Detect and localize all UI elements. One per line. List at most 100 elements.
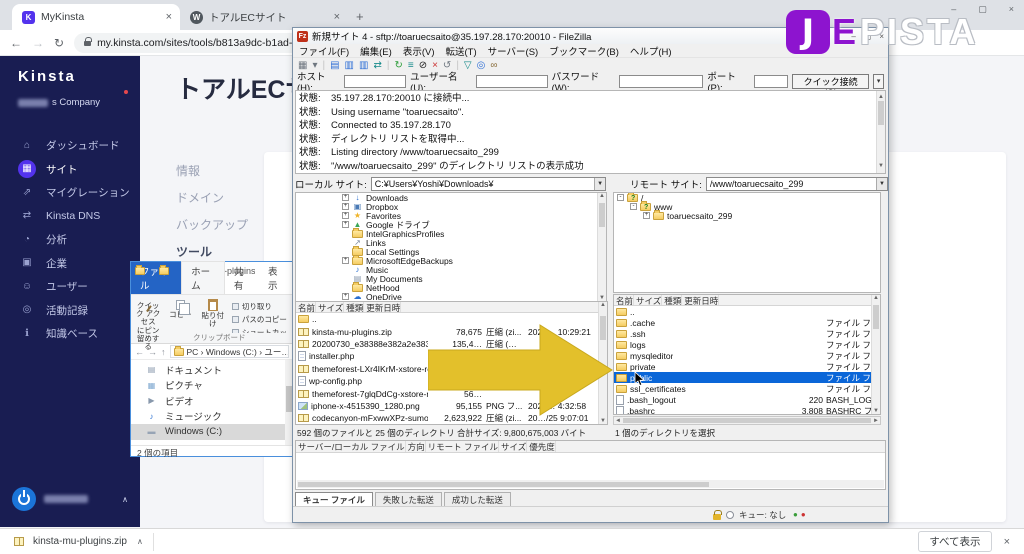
breadcrumb[interactable]: PC › Windows (C:) › ユー… bbox=[169, 345, 289, 358]
toolbar-icon[interactable]: ▥ bbox=[359, 60, 368, 71]
vertical-scrollbar[interactable]: ▲ ▼ bbox=[876, 91, 885, 173]
menu-item[interactable]: 編集(E) bbox=[360, 44, 392, 58]
expand-toggle[interactable]: + bbox=[342, 221, 349, 228]
remote-site-combobox[interactable]: /www/toaruecsaito_299 ▼ bbox=[705, 176, 888, 191]
subnav-item[interactable]: バックアップ bbox=[176, 216, 248, 243]
expand-toggle[interactable]: - bbox=[617, 194, 624, 201]
tree-item[interactable]: + ▣ Dropbox bbox=[296, 202, 606, 212]
sidebar-nav-item[interactable]: ▦ サイト bbox=[0, 158, 140, 182]
password-input[interactable] bbox=[619, 75, 704, 88]
column-header[interactable]: 名前 bbox=[296, 302, 317, 312]
toolbar-icon[interactable]: ⇄ bbox=[373, 60, 381, 71]
up-icon[interactable]: ↑ bbox=[161, 347, 166, 357]
file-row[interactable]: mysqleditor ファイル フォ... 20… bbox=[614, 350, 880, 361]
download-item[interactable]: kinsta-mu-plugins.zip ∧ bbox=[14, 536, 143, 547]
company-selector[interactable]: s Company bbox=[0, 85, 140, 108]
expand-toggle[interactable]: + bbox=[342, 257, 349, 264]
explorer-sidebar-item[interactable]: ▶ ビデオ bbox=[131, 393, 293, 409]
column-header[interactable]: 更新日時 bbox=[364, 302, 402, 312]
ribbon-tab[interactable]: 共有 bbox=[225, 262, 259, 294]
queue-column-header[interactable]: サイズ bbox=[499, 441, 528, 452]
menu-item[interactable]: ファイル(F) bbox=[299, 44, 349, 58]
file-row[interactable]: .cache ファイル フォ... 20… bbox=[614, 317, 880, 328]
menu-item[interactable]: ブックマーク(B) bbox=[549, 44, 619, 58]
tree-item[interactable]: ▤ My Documents bbox=[296, 274, 606, 284]
horizontal-scrollbar[interactable]: ◄ ► bbox=[613, 416, 881, 425]
user-menu[interactable]: ∧ bbox=[0, 479, 140, 519]
menu-item[interactable]: 転送(T) bbox=[445, 44, 476, 58]
local-site-combobox[interactable]: C:¥Users¥Yoshi¥Downloads¥ ▼ bbox=[370, 176, 607, 191]
sidebar-nav-item[interactable]: ⇄ Kinsta DNS bbox=[0, 205, 140, 229]
queue-column-header[interactable]: 優先度 bbox=[527, 441, 556, 452]
menu-item[interactable]: 表示(V) bbox=[403, 44, 435, 58]
username-input[interactable] bbox=[475, 75, 548, 88]
file-row[interactable]: .. bbox=[614, 306, 880, 317]
tree-item[interactable]: + ▲ Google ドライブ bbox=[296, 220, 606, 230]
file-row[interactable]: .bash_logout 220 BASH_LOG... 20… bbox=[614, 394, 880, 405]
host-input[interactable] bbox=[344, 75, 407, 88]
file-row[interactable]: logs ファイル フォ... 20… bbox=[614, 339, 880, 350]
horizontal-scrollbar[interactable] bbox=[297, 480, 884, 488]
browser-tab[interactable]: K MyKinsta × bbox=[12, 4, 180, 30]
queue-column-header[interactable]: リモート ファイル bbox=[426, 441, 500, 452]
tree-item[interactable]: + ↓ Downloads bbox=[296, 193, 606, 203]
menu-item[interactable]: サーバー(S) bbox=[488, 44, 539, 58]
pin-quick-access-button[interactable]: クイック アクセス にピン留めする bbox=[135, 298, 161, 351]
tree-item[interactable]: + toaruecsaito_299 bbox=[614, 209, 880, 221]
back-icon[interactable]: ← bbox=[10, 36, 22, 50]
quickconnect-dropdown-icon[interactable]: ▾ bbox=[873, 74, 884, 89]
sidebar-nav-item[interactable]: ◎ 活動記録 bbox=[0, 299, 140, 323]
tab-close-icon[interactable]: × bbox=[166, 11, 172, 23]
tree-item[interactable]: + ☁ OneDrive bbox=[296, 292, 606, 301]
sidebar-nav-item[interactable]: ℹ 知識ベース bbox=[0, 322, 140, 346]
expand-toggle[interactable]: + bbox=[342, 203, 349, 210]
toolbar-icon[interactable]: ∞ bbox=[490, 60, 497, 71]
expand-toggle[interactable]: + bbox=[342, 194, 349, 201]
column-header[interactable]: サイズ bbox=[634, 295, 663, 305]
tree-item[interactable]: + ★ Favorites bbox=[296, 211, 606, 221]
toolbar-icon[interactable]: ◎ bbox=[477, 60, 486, 71]
subnav-item[interactable]: 情報 bbox=[176, 162, 248, 189]
copy-path-button[interactable]: パスのコピー bbox=[231, 314, 289, 325]
expand-toggle[interactable]: + bbox=[643, 212, 650, 219]
new-tab-button[interactable]: + bbox=[356, 9, 364, 24]
expand-toggle[interactable]: + bbox=[342, 293, 349, 300]
quickconnect-button[interactable]: クイック接続(Q) bbox=[792, 74, 870, 98]
column-header[interactable]: 更新日時 bbox=[682, 295, 720, 305]
explorer-sidebar-item[interactable]: ▤ ドキュメント bbox=[131, 362, 293, 378]
sidebar-nav-item[interactable]: ⇗ マイグレーション bbox=[0, 181, 140, 205]
toolbar-icon[interactable]: ↻ bbox=[394, 60, 402, 71]
column-header[interactable]: 種類 bbox=[662, 295, 683, 305]
port-input[interactable] bbox=[754, 75, 788, 88]
file-row[interactable]: public ファイル フォ... 20… bbox=[614, 372, 880, 383]
toolbar-icon[interactable]: ▥ bbox=[345, 60, 354, 71]
ribbon-tab[interactable]: 表示 bbox=[259, 262, 293, 294]
expand-toggle[interactable]: - bbox=[630, 203, 637, 210]
cut-button[interactable]: 切り取り bbox=[231, 301, 289, 312]
tree-item[interactable]: NetHood bbox=[296, 281, 606, 293]
column-header[interactable]: 種類 bbox=[344, 302, 365, 312]
show-all-downloads-button[interactable]: すべて表示 bbox=[918, 531, 992, 552]
tab-close-icon[interactable]: × bbox=[334, 11, 340, 23]
reload-icon[interactable]: ↻ bbox=[54, 36, 64, 50]
file-row[interactable]: private ファイル フォ... 20… bbox=[614, 361, 880, 372]
ribbon-tab[interactable]: ホーム bbox=[181, 261, 225, 294]
expand-toggle[interactable]: + bbox=[342, 212, 349, 219]
tree-item[interactable]: ♪ Music bbox=[296, 265, 606, 275]
chevron-up-icon[interactable]: ∧ bbox=[137, 537, 143, 546]
explorer-sidebar-item[interactable]: ♪ ミュージック bbox=[131, 409, 293, 425]
column-header[interactable]: サイズ bbox=[316, 302, 345, 312]
file-row[interactable]: .ssh ファイル フォ... 20… bbox=[614, 328, 880, 339]
queue-column-header[interactable]: サーバー/ローカル ファイル bbox=[296, 441, 406, 452]
column-header[interactable]: 名前 bbox=[614, 295, 635, 305]
file-row[interactable]: .bashrc 3,808 BASHRC フ... 20… bbox=[614, 405, 880, 414]
sidebar-nav-item[interactable]: ▣ 企業 bbox=[0, 252, 140, 276]
sidebar-nav-item[interactable]: ◔ 分析 bbox=[0, 228, 140, 252]
sidebar-nav-item[interactable]: ⌂ ダッシュボード bbox=[0, 134, 140, 158]
queue-column-header[interactable]: 方向 bbox=[406, 441, 426, 452]
vertical-scrollbar[interactable]: ▲ ▼ bbox=[871, 295, 880, 414]
tree-item[interactable]: + MicrosoftEdgeBackups bbox=[296, 254, 606, 266]
toolbar-icon[interactable]: | bbox=[387, 60, 390, 71]
subnav-item[interactable]: ドメイン bbox=[176, 189, 248, 216]
menu-item[interactable]: ヘルプ(H) bbox=[630, 44, 672, 58]
